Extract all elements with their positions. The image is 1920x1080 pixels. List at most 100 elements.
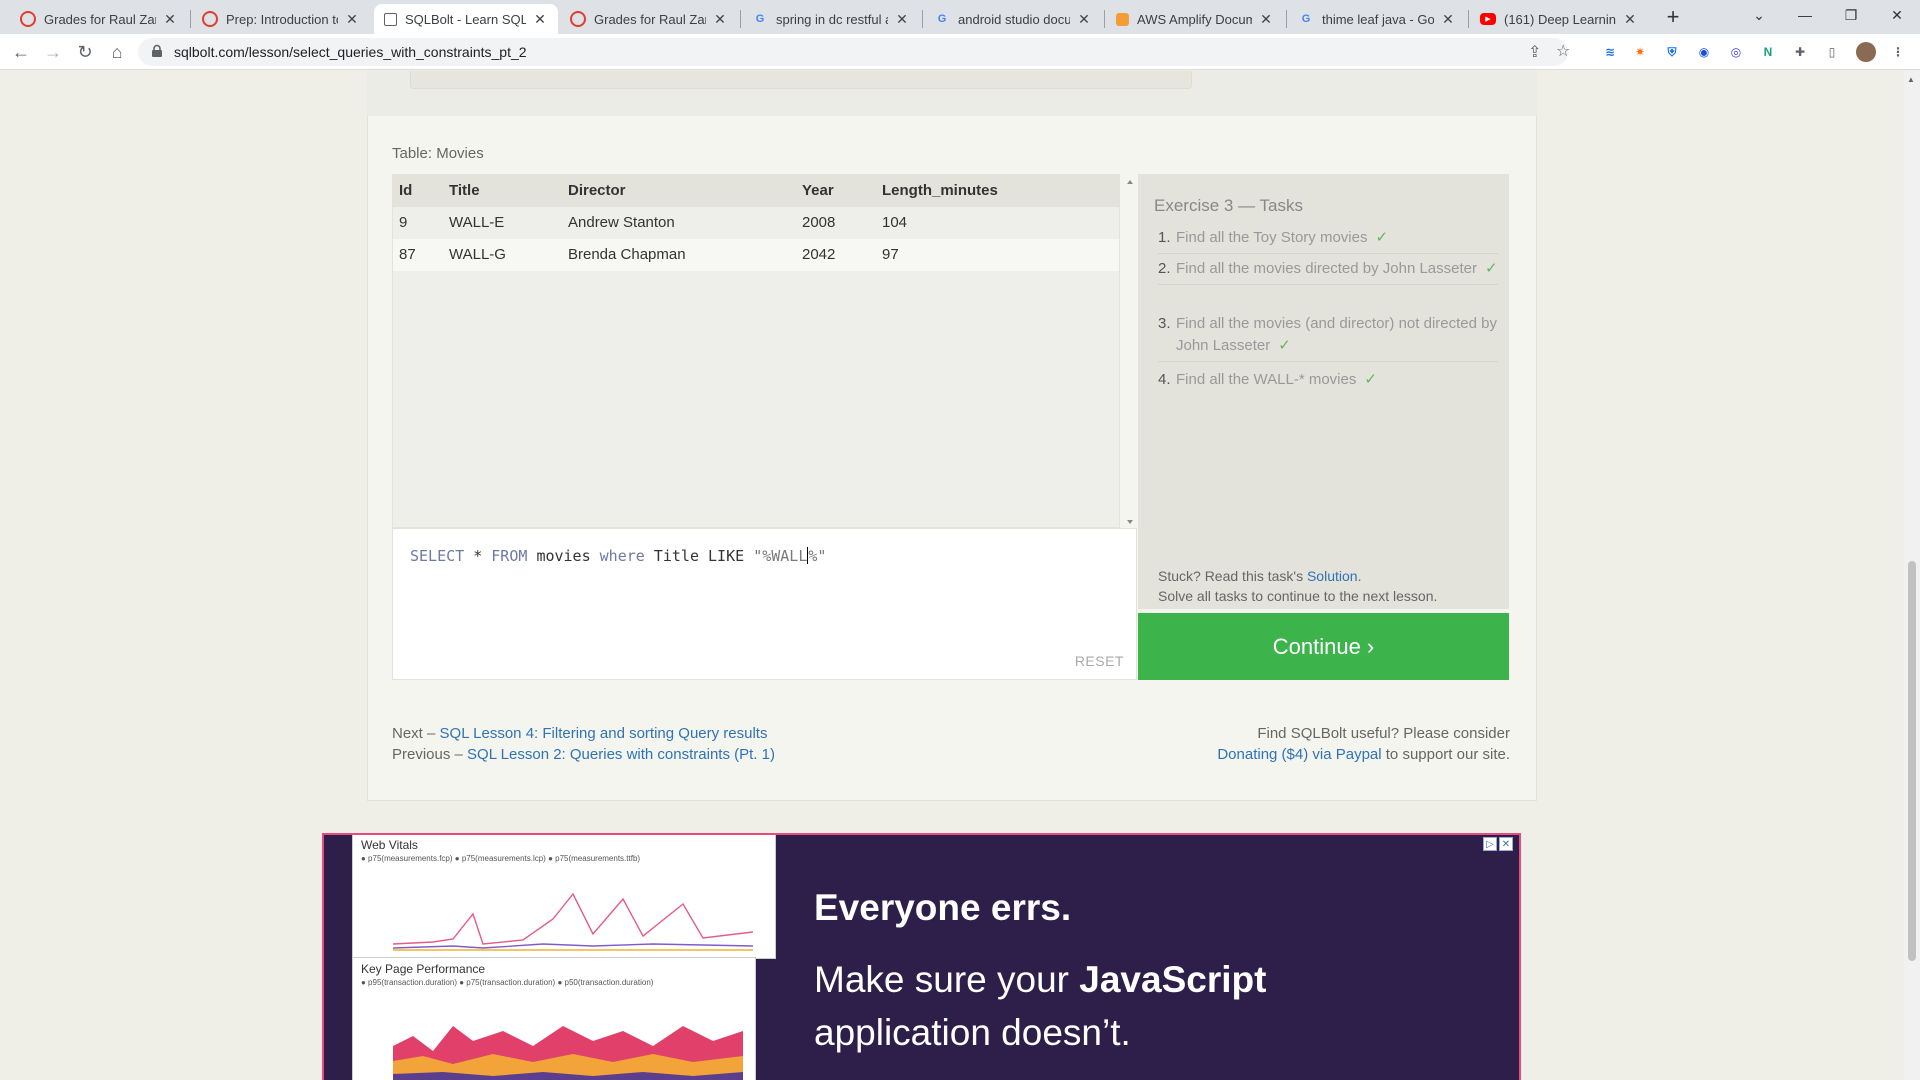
close-window-button[interactable]: ✕ [1874, 0, 1920, 30]
task-item: 3. Find all the movies (and director) no… [1158, 313, 1498, 362]
column-header: Length_minutes [882, 182, 998, 199]
tab-title: SQLBolt - Learn SQL - [405, 11, 526, 27]
tab-grades-2[interactable]: Grades for Raul Zarate ✕ [560, 4, 738, 34]
close-ad-icon[interactable]: ✕ [1499, 837, 1513, 851]
tab-search-button[interactable]: ⌄ [1736, 0, 1782, 30]
reload-button[interactable]: ↻ [72, 39, 98, 65]
table-cell: 97 [882, 246, 899, 263]
tab-amplify[interactable]: AWS Amplify Docume ✕ [1106, 4, 1284, 34]
tasks-panel: Exercise 3 — Tasks 1. Find all the Toy S… [1138, 174, 1509, 609]
close-icon[interactable]: ✕ [532, 11, 548, 28]
table-scrollbar[interactable] [1121, 175, 1139, 529]
youtube-icon: ▶ [1480, 13, 1496, 25]
checkmark-icon: ✓ [1278, 337, 1291, 354]
query-text[interactable]: SELECT * FROM movies where Title LIKE "%… [410, 547, 826, 565]
close-icon[interactable]: ✕ [1622, 11, 1638, 28]
page-viewport: Table: Movies Id Title Director Year Len… [0, 71, 1904, 1080]
tab-title: AWS Amplify Docume [1137, 11, 1252, 27]
ad-line-chart [393, 892, 754, 951]
address-bar[interactable]: sqlbolt.com/lesson/select_queries_with_c… [138, 38, 1570, 66]
table-cell: WALL-G [449, 246, 506, 263]
tab-strip: Grades for Raul Zarate ✕ Prep: Introduct… [0, 0, 1920, 34]
table-header: Id Title Director Year Length_minutes [393, 175, 1119, 207]
bookmark-star-icon[interactable]: ☆ [1556, 41, 1570, 61]
scroll-up-arrow[interactable]: ▲ [1907, 75, 1915, 84]
tab-title: Grades for Raul Zarate [594, 11, 706, 27]
browser-toolbar: ← → ↻ ⌂ sqlbolt.com/lesson/select_querie… [0, 34, 1920, 70]
tab-title: Grades for Raul Zarate [44, 11, 156, 27]
tab-title: android studio docum [958, 11, 1070, 27]
extension-icon[interactable]: ≋ [1600, 42, 1620, 62]
table-cell: 2008 [802, 214, 836, 231]
adchoices-icon[interactable]: ▷ [1483, 837, 1497, 851]
results-table: Id Title Director Year Length_minutes 9 … [392, 174, 1133, 528]
restore-button[interactable]: ❐ [1828, 0, 1874, 30]
table-cell: WALL-E [449, 214, 505, 231]
tab-youtube[interactable]: ▶ (161) Deep Learning B ✕ [1470, 4, 1648, 34]
close-icon[interactable]: ✕ [712, 11, 728, 28]
extension-icon[interactable]: ✷ [1630, 42, 1650, 62]
table-cell: 87 [399, 246, 416, 263]
checkmark-icon: ✓ [1375, 229, 1389, 246]
table-cell: Andrew Stanton [568, 214, 675, 231]
back-button[interactable]: ← [8, 39, 34, 65]
new-tab-button[interactable]: + [1660, 5, 1686, 31]
close-icon[interactable]: ✕ [1258, 11, 1274, 28]
tab-thymeleaf[interactable]: G thime leaf java - Goog ✕ [1288, 4, 1466, 34]
donate-note: Find SQLBolt useful? Please consider Don… [1217, 725, 1510, 763]
table-cell: 104 [882, 214, 908, 231]
avatar[interactable] [1856, 42, 1876, 62]
canvas-icon [570, 11, 586, 27]
tab-sqlbolt[interactable]: SQLBolt - Learn SQL - ✕ [374, 4, 558, 34]
next-lesson-link[interactable]: SQL Lesson 4: Filtering and sorting Quer… [440, 725, 768, 742]
lock-icon [152, 44, 162, 57]
extension-icon[interactable]: ◉ [1694, 42, 1714, 62]
tab-grades-1[interactable]: Grades for Raul Zarate ✕ [10, 4, 188, 34]
close-icon[interactable]: ✕ [162, 11, 178, 28]
share-icon[interactable]: ⇪ [1528, 42, 1541, 62]
tab-android[interactable]: G android studio docum ✕ [924, 4, 1102, 34]
close-icon[interactable]: ✕ [344, 11, 360, 28]
ad-headline: Everyone errs. [814, 887, 1072, 928]
google-icon: G [755, 13, 765, 25]
close-icon[interactable]: ✕ [894, 11, 910, 28]
continue-button[interactable]: Continue › [1138, 613, 1509, 680]
side-panel-icon[interactable]: ▯ [1822, 42, 1842, 62]
sql-editor[interactable]: SELECT * FROM movies where Title LIKE "%… [392, 528, 1137, 680]
task-item: 1. Find all the Toy Story movies ✓ [1158, 227, 1498, 254]
puzzle-icon[interactable]: ✚ [1790, 42, 1810, 62]
tab-title: Prep: Introduction to S [226, 11, 338, 27]
solution-link[interactable]: Solution [1307, 568, 1358, 584]
tasks-title: Exercise 3 — Tasks [1154, 196, 1303, 215]
reset-button[interactable]: RESET [1075, 653, 1124, 669]
extension-icon[interactable]: ◎ [1726, 42, 1746, 62]
scrollbar-thumb[interactable] [1908, 561, 1916, 961]
table-scroll-arrows [1127, 180, 1133, 524]
canvas-icon [20, 11, 36, 27]
tab-title: thime leaf java - Goog [1322, 11, 1434, 27]
tab-prep[interactable]: Prep: Introduction to S ✕ [192, 4, 370, 34]
ad-chart-key-page: Key Page Performance ● p95(transaction.d… [352, 957, 756, 1080]
url-text: sqlbolt.com/lesson/select_queries_with_c… [174, 44, 527, 60]
canvas-icon [202, 11, 218, 27]
table-row: 9 WALL-E Andrew Stanton 2008 104 [393, 207, 1119, 239]
menu-icon[interactable]: ⋮ [1888, 42, 1908, 62]
checkmark-icon: ✓ [1485, 260, 1498, 277]
close-icon[interactable]: ✕ [1440, 11, 1456, 28]
previous-lesson-link[interactable]: SQL Lesson 2: Queries with constraints (… [467, 746, 775, 763]
page-scrollbar[interactable]: ▲ [1904, 71, 1920, 1080]
tab-spring[interactable]: G spring in dc restful ap ✕ [742, 4, 920, 34]
close-icon[interactable]: ✕ [1076, 11, 1092, 28]
lesson-navigation: Next – SQL Lesson 4: Filtering and sorti… [392, 725, 775, 763]
extension-icon[interactable]: ⛨ [1662, 42, 1682, 62]
advertisement[interactable]: ▷ ✕ Web Vitals ● p75(measurements.fcp) ● … [322, 833, 1521, 1080]
home-button[interactable]: ⌂ [104, 39, 130, 65]
extension-icon[interactable]: N [1758, 42, 1778, 62]
ad-chart-web-vitals: Web Vitals ● p75(measurements.fcp) ● p75… [352, 835, 776, 959]
minimize-button[interactable]: — [1782, 0, 1828, 30]
forward-button[interactable]: → [40, 39, 66, 65]
ad-choices[interactable]: ▷ ✕ [1483, 837, 1513, 851]
donate-link[interactable]: Donating ($4) via Paypal [1217, 746, 1381, 763]
page-icon [384, 12, 397, 26]
google-icon: G [937, 13, 947, 25]
